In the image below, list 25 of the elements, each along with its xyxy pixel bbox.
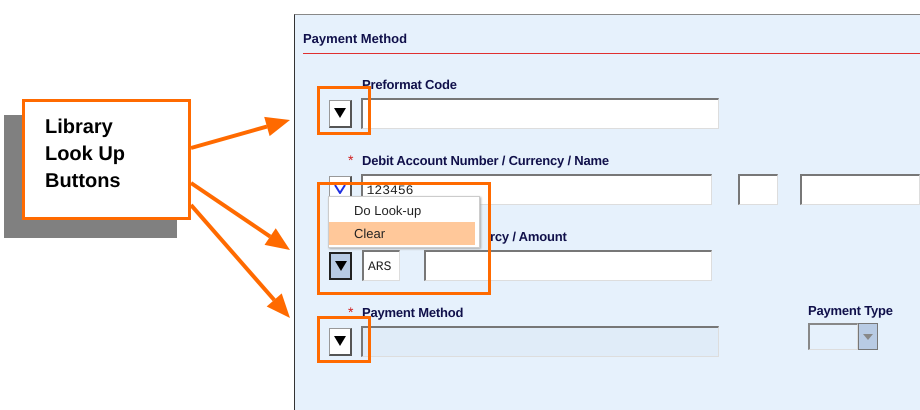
input-field[interactable]: [738, 174, 778, 205]
dropdown-field[interactable]: [808, 323, 858, 350]
input-field[interactable]: [800, 174, 920, 205]
lookup-button[interactable]: [329, 328, 352, 356]
input-field[interactable]: [424, 250, 712, 281]
field-label: Payment Method: [362, 304, 464, 320]
lookup-button[interactable]: [329, 252, 352, 280]
required-mark: *: [348, 304, 354, 320]
input-field[interactable]: ARS: [362, 250, 400, 281]
field-label: Preformat Code: [362, 76, 457, 92]
down-triangle-icon: [334, 260, 346, 272]
dropdown-button[interactable]: [858, 323, 878, 350]
menu-item[interactable]: Clear: [329, 222, 475, 245]
callout-text: Library Look Up Buttons: [45, 115, 126, 194]
down-triangle-icon: [334, 335, 346, 347]
lookup-button[interactable]: [329, 100, 352, 128]
down-triangle-icon: [334, 107, 346, 119]
field-label: Payment Type: [808, 303, 893, 318]
input-field[interactable]: [361, 98, 719, 129]
section-title: Payment Method: [303, 30, 408, 48]
field-label: Debit Account Number / Currency / Name: [362, 152, 609, 168]
down-triangle-icon: [863, 334, 873, 340]
chevron-icon: [334, 184, 346, 194]
field-label: rcy / Amount: [490, 228, 567, 244]
required-mark: *: [348, 152, 354, 168]
